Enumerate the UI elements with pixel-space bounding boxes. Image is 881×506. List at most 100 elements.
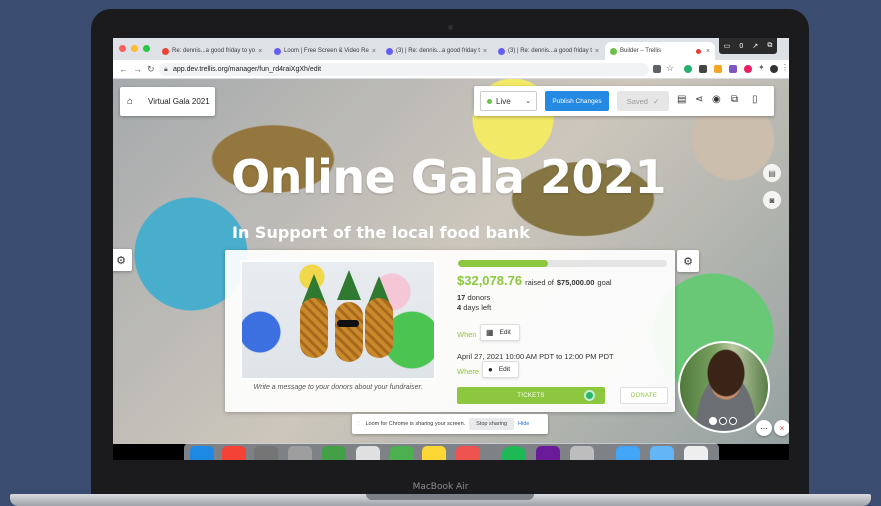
browser-tab-2[interactable]: Loom | Free Screen & Video Re ×	[269, 42, 379, 60]
url-text: app.dev.trellis.org/manager/fun_rd4raiXg…	[173, 66, 322, 73]
star-icon[interactable]: ☆	[666, 63, 674, 74]
saved-indicator: Saved ✓	[617, 91, 669, 111]
sharing-message: Loom for Chrome is sharing your screen.	[365, 421, 466, 427]
close-icon[interactable]: ×	[774, 420, 789, 436]
loom-toolbar: ▭ 0 ↗ ⧉	[719, 38, 777, 54]
messages-icon[interactable]	[390, 446, 414, 460]
share-icon[interactable]: ⋖	[695, 94, 703, 106]
loom-icon	[386, 47, 393, 55]
page-title: Online Gala 2021	[231, 150, 667, 204]
close-icon[interactable]: ×	[258, 48, 262, 55]
maximize-window-button[interactable]	[143, 45, 150, 52]
back-icon[interactable]: ←	[119, 64, 128, 74]
drag-handle-icon[interactable]: ⋮	[356, 421, 362, 427]
close-window-button[interactable]	[119, 45, 126, 52]
tab-label: Re: dennis...a good friday to yo	[172, 48, 256, 54]
tab-label: Loom | Free Screen & Video Re	[284, 48, 369, 54]
puzzle-icon[interactable]: ✦	[758, 63, 765, 72]
builder-toolbar: Live ⌄ Publish Changes Saved ✓ ▤ ⋖ ◉ ⧉ ▯	[474, 86, 774, 116]
lock-icon: 🔒︎	[164, 66, 168, 73]
close-icon[interactable]: ×	[595, 48, 599, 55]
browser-tab-bar: Re: dennis...a good friday to yo × Loom …	[113, 38, 789, 60]
extension-icon[interactable]	[744, 65, 752, 73]
facetime-icon[interactable]	[322, 446, 346, 460]
donors-stat: 17 donors	[457, 293, 490, 302]
extension-icon[interactable]	[699, 65, 707, 73]
share-icon[interactable]: ↗	[752, 42, 758, 50]
camera-icon[interactable]: ◙	[763, 191, 781, 209]
comment-count: 0	[739, 42, 744, 50]
days-count: 4	[457, 303, 462, 312]
profile-avatar[interactable]	[770, 65, 778, 73]
fundraiser-caption[interactable]: Write a message to your donors about you…	[240, 384, 436, 391]
calendar-icon[interactable]	[222, 446, 246, 460]
location-pin-icon: ●	[488, 365, 493, 374]
screen-sharing-notice: ⋮ Loom for Chrome is sharing your screen…	[352, 414, 548, 434]
home-icon[interactable]: ⌂	[120, 96, 140, 107]
browser-tab-4[interactable]: (3) | Re: dennis...a good friday t ×	[493, 42, 603, 60]
grammarly-icon[interactable]	[684, 65, 692, 73]
close-icon[interactable]: ×	[706, 48, 710, 55]
mobile-icon[interactable]: ▯	[752, 94, 758, 106]
edit-when-button[interactable]: ▦ Edit	[480, 324, 520, 341]
minimize-window-button[interactable]	[131, 45, 138, 52]
tab-label: (3) | Re: dennis...a good friday t	[508, 48, 592, 54]
extension-icon[interactable]	[729, 65, 737, 73]
loom-icon	[498, 47, 505, 55]
gear-icon[interactable]: ⚙	[677, 250, 699, 272]
folder-icon[interactable]	[616, 446, 640, 460]
forward-icon[interactable]: →	[133, 64, 142, 74]
slack-icon[interactable]	[456, 446, 480, 460]
address-bar: ← → ↻ 🔒︎ app.dev.trellis.org/manager/fun…	[113, 60, 789, 79]
browser-tab-1[interactable]: Re: dennis...a good friday to yo ×	[157, 42, 267, 60]
document-icon[interactable]: ▤	[677, 94, 686, 106]
donate-button[interactable]: DONATE	[620, 387, 668, 404]
bubble-size-controls[interactable]	[709, 417, 737, 425]
event-home-card[interactable]: ⌂ Virtual Gala 2021	[120, 87, 215, 116]
close-icon[interactable]: ×	[483, 48, 487, 55]
grammarly-icon[interactable]	[584, 390, 595, 401]
saved-label: Saved	[626, 96, 648, 106]
xd-icon[interactable]	[536, 446, 560, 460]
gear-icon[interactable]: ⚙	[113, 249, 132, 271]
browser-tab-5[interactable]: Builder – Trellis ×	[605, 42, 715, 60]
status-label: Live	[496, 96, 511, 106]
folder-icon[interactable]	[650, 446, 674, 460]
days-left-stat: 4 days left	[457, 303, 491, 312]
webcam	[448, 25, 453, 30]
tickets-button[interactable]: TICKETS	[457, 387, 605, 404]
open-external-icon[interactable]: ⧉	[767, 42, 772, 50]
url-input[interactable]: 🔒︎ app.dev.trellis.org/manager/fun_rd4ra…	[159, 63, 649, 76]
fundraiser-image[interactable]	[240, 260, 436, 380]
app-icon[interactable]	[570, 446, 594, 460]
browser-tab-3[interactable]: (3) | Re: dennis...a good friday t ×	[381, 42, 491, 60]
stop-sharing-button[interactable]: Stop sharing	[469, 418, 515, 430]
launchpad-icon[interactable]	[288, 446, 312, 460]
more-options-icon[interactable]: ⋯	[756, 420, 772, 436]
spotify-icon[interactable]	[502, 446, 526, 460]
notes-icon[interactable]	[422, 446, 446, 460]
live-dot-icon	[487, 98, 492, 104]
progress-bar	[458, 260, 667, 267]
extension-icon[interactable]	[714, 65, 722, 73]
chevron-down-icon: ⌄	[525, 98, 531, 105]
amount-raised: $32,078.76	[457, 273, 523, 288]
page-subtitle: In Support of the local food bank	[232, 223, 530, 242]
chrome-icon[interactable]	[356, 446, 380, 460]
comment-icon[interactable]: ▭	[724, 42, 731, 50]
status-select[interactable]: Live ⌄	[480, 91, 537, 111]
settings-icon[interactable]	[254, 446, 278, 460]
publish-changes-button[interactable]: Publish Changes	[545, 91, 609, 111]
close-icon[interactable]: ×	[372, 48, 376, 55]
raised-of-label: raised of	[525, 278, 554, 287]
edit-where-button[interactable]: ● Edit	[482, 361, 520, 378]
open-external-icon[interactable]: ⧉	[731, 94, 738, 106]
reload-icon[interactable]: ↻	[147, 64, 155, 75]
hide-button[interactable]: Hide	[518, 421, 529, 427]
chat-icon[interactable]: ▤	[763, 164, 781, 182]
menu-icon[interactable]: ⋮	[781, 63, 789, 72]
finder-icon[interactable]	[190, 446, 214, 460]
eye-icon[interactable]: ◉	[712, 94, 721, 106]
camera-icon[interactable]	[653, 65, 661, 73]
trash-icon[interactable]	[684, 446, 708, 460]
